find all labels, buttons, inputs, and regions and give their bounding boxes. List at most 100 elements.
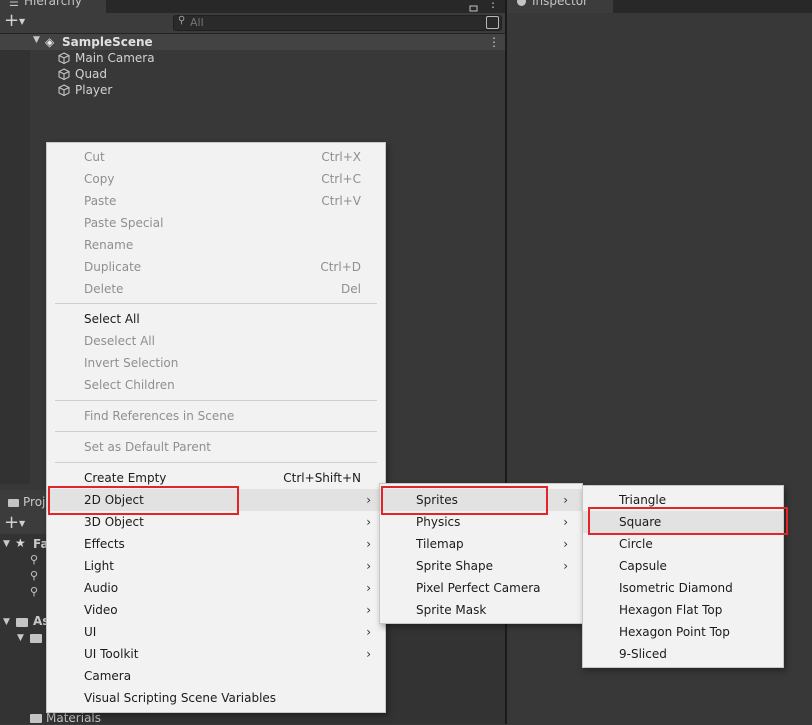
menu-item-ui-toolkit[interactable]: UI Toolkit › — [47, 643, 385, 665]
menu-separator — [55, 462, 377, 463]
cube-icon — [58, 68, 70, 80]
hierarchy-item-label: Main Camera — [75, 51, 155, 65]
menu-item-rename[interactable]: Rename — [47, 234, 385, 256]
plus-icon[interactable]: + — [4, 12, 19, 30]
menu-item-label: Invert Selection — [84, 356, 179, 370]
hierarchy-item-main-camera[interactable]: Main Camera — [58, 50, 155, 66]
menu-item-copy[interactable]: Copy Ctrl+C — [47, 168, 385, 190]
search-field[interactable]: ⚲ — [173, 15, 502, 31]
menu-item-visual-scripting-scene-variables[interactable]: Visual Scripting Scene Variables — [47, 687, 385, 709]
menu-item-ui[interactable]: UI › — [47, 621, 385, 643]
list-icon: ☰ — [9, 0, 19, 9]
hierarchy-item-quad[interactable]: Quad — [58, 66, 107, 82]
menu-item-set-default-parent[interactable]: Set as Default Parent — [47, 436, 385, 458]
menu-item-effects[interactable]: Effects › — [47, 533, 385, 555]
folder-icon — [16, 618, 28, 627]
menu-item-label: Capsule — [619, 559, 667, 573]
search-icon: ⚲ — [178, 15, 186, 26]
menu-item-label: Deselect All — [84, 334, 155, 348]
search-scope-icon[interactable] — [486, 16, 499, 29]
menu-item-label: Circle — [619, 537, 653, 551]
menu-item-audio[interactable]: Audio › — [47, 577, 385, 599]
lock-icon[interactable] — [469, 0, 478, 12]
highlight-box-2d-object — [48, 486, 239, 515]
menu-item-label: Select Children — [84, 378, 175, 392]
chevron-right-icon: › — [366, 581, 371, 595]
more-vertical-icon[interactable]: ⋮ — [488, 34, 500, 50]
tab-hierarchy-label: Hierarchy — [24, 0, 83, 8]
menu-item-select-children[interactable]: Select Children — [47, 374, 385, 396]
menu-separator — [55, 303, 377, 304]
menu-item-paste[interactable]: Paste Ctrl+V — [47, 190, 385, 212]
menu-item-hexagon-point-top[interactable]: Hexagon Point Top — [583, 621, 783, 643]
menu-item-invert-selection[interactable]: Invert Selection — [47, 352, 385, 374]
search-icon: ⚲ — [30, 553, 39, 566]
menu-item-label: Video — [84, 603, 118, 617]
plus-icon[interactable]: + — [4, 514, 19, 532]
menu-item-hexagon-flat-top[interactable]: Hexagon Flat Top — [583, 599, 783, 621]
menu-item-isometric-diamond[interactable]: Isometric Diamond — [583, 577, 783, 599]
chevron-right-icon: › — [366, 537, 371, 551]
search-icon: ⚲ — [30, 569, 39, 582]
menu-item-cut[interactable]: Cut Ctrl+X — [47, 146, 385, 168]
menu-item-label: Isometric Diamond — [619, 581, 733, 595]
folder-icon — [30, 714, 42, 723]
tab-inspector[interactable]: Inspector — [507, 0, 613, 13]
hierarchy-gutter — [0, 34, 30, 484]
more-vertical-icon[interactable]: ⋮ — [487, 0, 499, 10]
menu-item-sprite-mask[interactable]: Sprite Mask — [380, 599, 582, 621]
highlight-box-square — [588, 507, 788, 535]
menu-item-camera[interactable]: Camera — [47, 665, 385, 687]
menu-item-shortcut: Ctrl+X — [321, 150, 361, 164]
chevron-right-icon: › — [366, 625, 371, 639]
menu-item-light[interactable]: Light › — [47, 555, 385, 577]
menu-item-select-all[interactable]: Select All — [47, 308, 385, 330]
chevron-down-icon[interactable]: ▼ — [3, 539, 10, 549]
menu-item-9-sliced[interactable]: 9-Sliced — [583, 643, 783, 665]
search-input[interactable] — [190, 16, 470, 29]
chevron-right-icon: › — [366, 493, 371, 507]
menu-item-paste-special[interactable]: Paste Special — [47, 212, 385, 234]
menu-item-deselect-all[interactable]: Deselect All — [47, 330, 385, 352]
menu-item-find-references[interactable]: Find References in Scene — [47, 405, 385, 427]
chevron-down-icon[interactable]: ▼ — [3, 617, 10, 627]
menu-item-circle[interactable]: Circle — [583, 533, 783, 555]
menu-item-label: Tilemap — [416, 537, 464, 551]
hierarchy-item-label: Player — [75, 83, 113, 97]
menu-item-capsule[interactable]: Capsule — [583, 555, 783, 577]
menu-item-delete[interactable]: Delete Del — [47, 278, 385, 300]
menu-item-label: Select All — [84, 312, 140, 326]
menu-item-label: UI — [84, 625, 97, 639]
menu-separator — [55, 431, 377, 432]
menu-item-label: Delete — [84, 282, 124, 296]
chevron-right-icon: › — [366, 647, 371, 661]
hierarchy-item-player[interactable]: Player — [58, 82, 112, 98]
menu-item-sprite-shape[interactable]: Sprite Shape › — [380, 555, 582, 577]
menu-item-label: Visual Scripting Scene Variables — [84, 691, 277, 705]
menu-item-duplicate[interactable]: Duplicate Ctrl+D — [47, 256, 385, 278]
folder-icon — [30, 634, 42, 643]
menu-item-label: Hexagon Point Top — [619, 625, 730, 639]
menu-item-shortcut: Ctrl+D — [320, 260, 361, 274]
chevron-down-icon[interactable]: ▼ — [33, 35, 40, 45]
menu-item-label: Rename — [84, 238, 134, 252]
chevron-down-icon[interactable]: ▼ — [19, 17, 25, 26]
chevron-down-icon[interactable]: ▼ — [19, 519, 25, 528]
chevron-down-icon[interactable]: ▼ — [17, 633, 24, 643]
scene-row[interactable]: ▼ ◈ SampleScene ⋮ — [0, 34, 505, 50]
menu-item-label: Find References in Scene — [84, 409, 235, 423]
menu-item-label: Sprite Mask — [416, 603, 487, 617]
menu-item-shortcut: Del — [341, 282, 361, 296]
chevron-right-icon: › — [366, 515, 371, 529]
menu-item-video[interactable]: Video › — [47, 599, 385, 621]
menu-item-pixel-perfect-camera[interactable]: Pixel Perfect Camera — [380, 577, 582, 599]
menu-item-label: 9-Sliced — [619, 647, 667, 661]
search-icon: ⚲ — [30, 585, 39, 598]
chevron-right-icon: › — [563, 493, 568, 507]
menu-item-label: Sprite Shape — [416, 559, 493, 573]
menu-item-tilemap[interactable]: Tilemap › — [380, 533, 582, 555]
menu-item-label: Light — [84, 559, 114, 573]
cube-icon — [58, 84, 70, 96]
chevron-right-icon: › — [563, 537, 568, 551]
materials-label[interactable]: Materials — [46, 711, 101, 725]
